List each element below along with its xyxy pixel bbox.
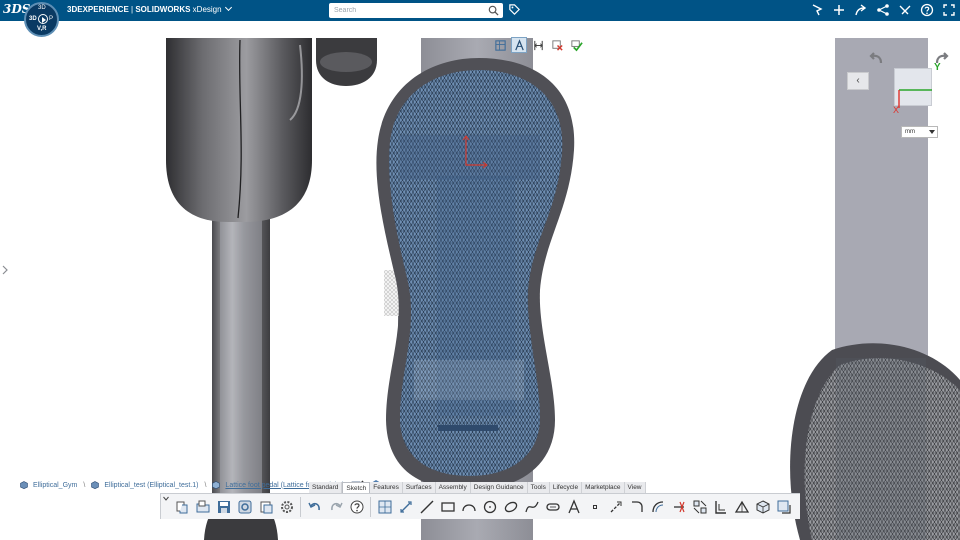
tab-tools[interactable]: Tools xyxy=(527,482,550,493)
chevron-down-icon[interactable] xyxy=(224,3,232,12)
tab-marketplace[interactable]: Marketplace xyxy=(582,482,625,493)
tab-surfaces[interactable]: Surfaces xyxy=(402,482,436,493)
breadcrumb-label: Elliptical_Gym xyxy=(33,481,78,489)
compass-top-label: 3D xyxy=(38,5,46,11)
line-icon[interactable] xyxy=(416,496,437,518)
search-icon[interactable] xyxy=(488,5,499,16)
tab-lifecycle[interactable]: Lifecycle xyxy=(549,482,583,493)
lattice-foot-pedal[interactable] xyxy=(376,58,575,490)
view-orientation-icon[interactable] xyxy=(492,37,508,53)
block-icon[interactable] xyxy=(773,496,794,518)
sketch-orientation-icon[interactable] xyxy=(511,37,527,53)
app-title[interactable]: 3DEXPERIENCE | SOLIDWORKS xDesign xyxy=(67,3,232,14)
command-tabs: Standard Sketch Features Surfaces Assembly De… xyxy=(309,482,646,493)
revision-icon[interactable] xyxy=(255,496,276,518)
smart-dimension-icon[interactable] xyxy=(395,496,416,518)
command-manager xyxy=(160,493,800,519)
tag-icon[interactable] xyxy=(508,3,521,16)
search-input[interactable] xyxy=(329,3,484,18)
heads-up-toolbar xyxy=(492,37,584,54)
axis-x-label: X xyxy=(893,105,900,115)
role-name: xDesign xyxy=(190,5,222,14)
exit-sketch-icon[interactable] xyxy=(549,37,565,53)
compass-bottom-label: V,R xyxy=(37,26,47,32)
rectangle-icon[interactable] xyxy=(437,496,458,518)
handle-shroud[interactable] xyxy=(166,38,312,222)
tab-view[interactable]: View xyxy=(624,482,646,493)
arc-icon[interactable] xyxy=(458,496,479,518)
chevron-down-icon xyxy=(929,130,935,134)
search-box xyxy=(329,3,503,18)
convert-icon[interactable] xyxy=(689,496,710,518)
ellipse-icon[interactable] xyxy=(500,496,521,518)
tab-assembly[interactable]: Assembly xyxy=(435,482,471,493)
fillet-icon[interactable] xyxy=(626,496,647,518)
text-icon[interactable] xyxy=(563,496,584,518)
undo-icon[interactable] xyxy=(304,496,325,518)
open-icon[interactable] xyxy=(192,496,213,518)
settings-icon[interactable] xyxy=(276,496,297,518)
3ds-logo[interactable]: 3DS xyxy=(3,2,30,19)
circle-icon[interactable] xyxy=(479,496,500,518)
trim-icon[interactable] xyxy=(668,496,689,518)
xdesign-app: 3DS 3D 3D P V,R 3DEXPERIENCE | SOLIDWORK… xyxy=(0,0,960,540)
share-icon[interactable] xyxy=(854,3,868,17)
community-icon[interactable] xyxy=(898,3,912,17)
assembly-icon xyxy=(91,481,100,489)
dimension-icon[interactable] xyxy=(530,37,546,53)
units-value: mm xyxy=(905,129,915,135)
triad-axes xyxy=(898,89,932,108)
chevron-down-icon[interactable] xyxy=(161,494,171,520)
offset-icon[interactable] xyxy=(647,496,668,518)
toolbar-separator xyxy=(300,496,301,517)
breadcrumb-item[interactable]: Elliptical_Gym xyxy=(20,481,77,489)
compass-left-label: 3D xyxy=(29,16,37,22)
accept-sketch-icon[interactable] xyxy=(568,37,584,53)
previous-view-button[interactable]: ‹ xyxy=(847,72,869,90)
3d-viewport[interactable]: ‹ Y X mm Elliptical_Gym \ Elliptical_tes… xyxy=(0,21,960,540)
compass-icon[interactable]: 3D 3D P V,R xyxy=(24,2,59,37)
breadcrumb-label: Elliptical_test (Elliptical_test.1) xyxy=(104,481,199,489)
tab-standard[interactable]: Standard xyxy=(309,482,343,493)
help-icon[interactable] xyxy=(346,496,367,518)
tab-sketch[interactable]: Sketch xyxy=(342,482,371,493)
save-icon[interactable] xyxy=(213,496,234,518)
point-icon[interactable] xyxy=(584,496,605,518)
tab-features[interactable]: Features xyxy=(370,482,403,493)
part-icon xyxy=(212,481,221,489)
top-bar: 3DS 3D 3D P V,R 3DEXPERIENCE | SOLIDWORK… xyxy=(0,0,960,37)
panel-expand-icon[interactable] xyxy=(2,265,8,275)
product-name: SOLIDWORKS xyxy=(135,5,191,14)
3d-sketch-icon[interactable] xyxy=(752,496,773,518)
network-icon[interactable] xyxy=(876,3,890,17)
spline-icon[interactable] xyxy=(521,496,542,518)
sketch-icon[interactable] xyxy=(374,496,395,518)
fullscreen-icon[interactable] xyxy=(942,3,956,17)
assembly-icon xyxy=(20,481,28,489)
share-dashboard-icon[interactable] xyxy=(810,3,824,17)
centerline-icon[interactable] xyxy=(605,496,626,518)
platform-name: 3DEXPERIENCE xyxy=(67,5,129,14)
axis-y-label: Y xyxy=(934,62,941,73)
breadcrumb-separator: \ xyxy=(83,481,86,489)
command-tools xyxy=(171,496,794,518)
toolbar-separator xyxy=(370,496,371,517)
slot-icon[interactable] xyxy=(542,496,563,518)
pattern-icon[interactable] xyxy=(731,496,752,518)
tab-design-guidance[interactable]: Design Guidance xyxy=(470,482,528,493)
mirror-icon[interactable] xyxy=(710,496,731,518)
breadcrumb-separator: \ xyxy=(204,481,207,489)
add-icon[interactable] xyxy=(832,3,846,17)
save-as-icon[interactable] xyxy=(234,496,255,518)
model-canvas[interactable] xyxy=(0,21,960,540)
play-icon[interactable] xyxy=(38,14,48,24)
redo-icon[interactable] xyxy=(325,496,346,518)
units-dropdown[interactable]: mm xyxy=(901,126,938,138)
help-icon[interactable] xyxy=(920,3,934,17)
rotate-left-icon[interactable] xyxy=(868,51,884,65)
breadcrumb-item[interactable]: Elliptical_test (Elliptical_test.1) xyxy=(91,481,198,489)
compass-right-label: P xyxy=(48,16,53,22)
new-icon[interactable] xyxy=(171,496,192,518)
